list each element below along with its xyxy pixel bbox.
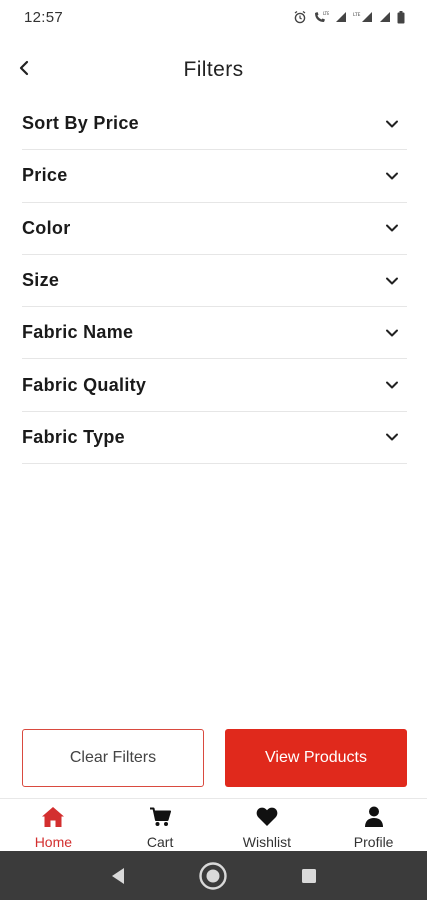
triangle-back-icon xyxy=(111,867,124,884)
nav-label: Cart xyxy=(146,834,174,850)
system-recents-button[interactable] xyxy=(289,856,329,896)
volte-call-icon: LTE xyxy=(315,11,329,22)
filter-actions: Clear Filters View Products xyxy=(22,729,407,787)
chevron-down-icon xyxy=(383,428,401,446)
status-icons: LTE LTE xyxy=(293,10,405,24)
chevron-down-icon xyxy=(383,324,401,342)
header: Filters xyxy=(0,48,427,92)
signal-icon xyxy=(336,12,346,22)
nav-label: Home xyxy=(34,834,73,850)
filter-fabric-type[interactable]: Fabric Type xyxy=(22,412,407,465)
alarm-icon xyxy=(294,10,306,24)
filter-fabric-quality[interactable]: Fabric Quality xyxy=(22,359,407,412)
signal-icon-2 xyxy=(380,12,390,22)
nav-label: Profile xyxy=(353,834,394,850)
filter-sort-by-price[interactable]: Sort By Price xyxy=(22,98,407,151)
svg-text:LTE: LTE xyxy=(353,12,361,18)
system-back-button[interactable] xyxy=(98,856,138,896)
filter-label: Size xyxy=(22,270,60,291)
back-button[interactable] xyxy=(10,54,38,82)
chevron-down-icon xyxy=(383,167,401,185)
system-nav-bar xyxy=(0,851,427,900)
chevron-left-icon xyxy=(19,60,29,76)
nav-item-profile[interactable]: Profile xyxy=(320,799,427,851)
nav-label: Wishlist xyxy=(242,834,291,850)
filter-label: Price xyxy=(22,165,68,186)
filter-label: Fabric Name xyxy=(22,322,134,343)
page-title: Filters xyxy=(183,58,244,81)
status-time: 12:57 xyxy=(24,8,64,26)
filter-label: Fabric Type xyxy=(22,426,125,447)
nav-item-home[interactable]: Home xyxy=(0,799,107,851)
filter-fabric-name[interactable]: Fabric Name xyxy=(22,307,407,360)
filter-color[interactable]: Color xyxy=(22,203,407,255)
person-icon xyxy=(364,805,384,829)
square-recents-icon xyxy=(302,868,317,883)
nav-item-cart[interactable]: Cart xyxy=(107,799,214,851)
circle-home-icon xyxy=(199,861,228,890)
bottom-nav: Home Cart Wishlist Profile xyxy=(0,798,427,851)
filter-label: Sort By Price xyxy=(22,113,139,134)
clear-filters-button[interactable]: Clear Filters xyxy=(22,729,204,787)
chevron-down-icon xyxy=(383,219,401,237)
view-products-button[interactable]: View Products xyxy=(225,729,407,787)
filter-label: Fabric Quality xyxy=(22,374,147,395)
chevron-down-icon xyxy=(383,376,401,394)
status-bar: 12:57 LTE LTE xyxy=(0,0,427,34)
filter-price[interactable]: Price xyxy=(22,150,407,203)
filter-label: Color xyxy=(22,217,71,238)
lte-signal-icon: LTE xyxy=(353,12,372,22)
cart-icon xyxy=(149,805,172,829)
nav-item-wishlist[interactable]: Wishlist xyxy=(214,799,321,851)
system-home-button[interactable] xyxy=(193,856,233,896)
svg-text:LTE: LTE xyxy=(323,11,329,16)
heart-icon xyxy=(256,805,278,829)
home-icon xyxy=(41,805,65,829)
filter-list: Sort By Price Price Color Size Fabric Na… xyxy=(22,98,407,465)
chevron-down-icon xyxy=(383,115,401,133)
chevron-down-icon xyxy=(383,272,401,290)
filter-size[interactable]: Size xyxy=(22,255,407,308)
battery-icon xyxy=(397,10,405,23)
